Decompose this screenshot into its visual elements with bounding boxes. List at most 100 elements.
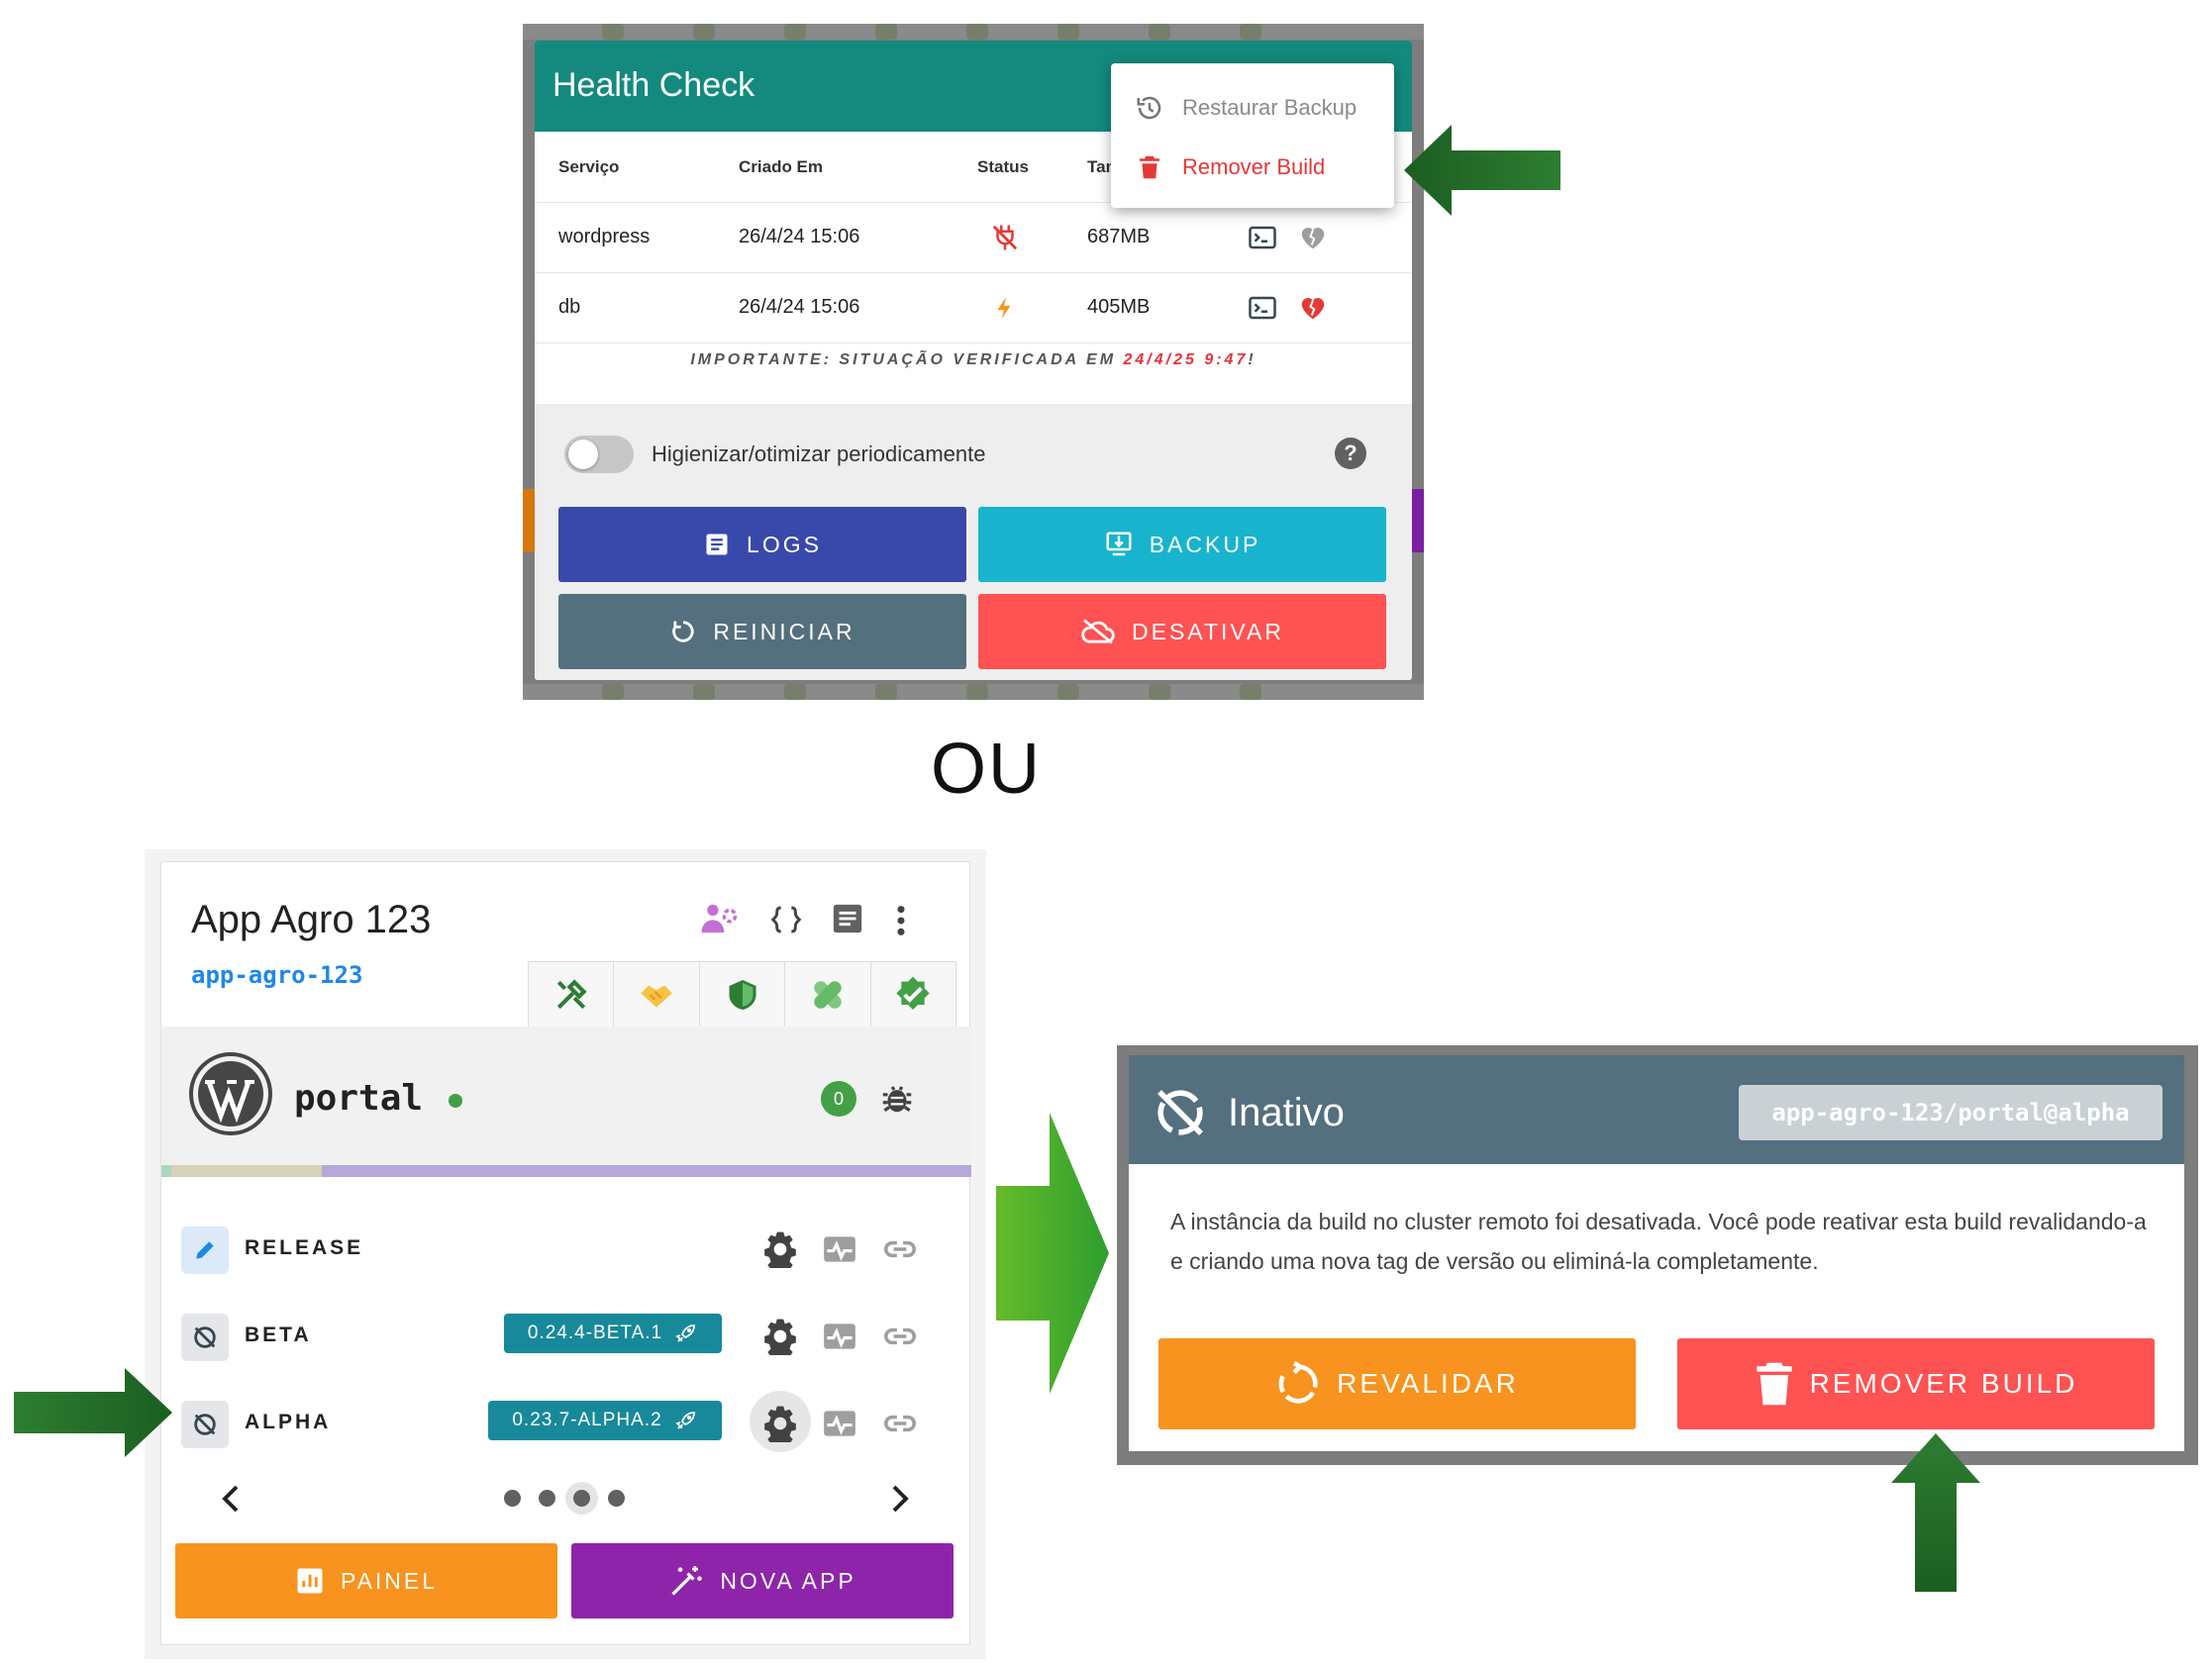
service-name: wordpress xyxy=(558,226,651,247)
inactive-badge[interactable] xyxy=(181,1314,229,1361)
history-icon xyxy=(1137,96,1161,120)
arrow-right-big-icon xyxy=(996,1113,1109,1394)
dialog-title: Health Check xyxy=(553,66,755,104)
app-card-screenshot: App Agro 123 app-agro-123 portal 0 RELEA… xyxy=(145,849,986,1659)
app-slug-link[interactable]: app-agro-123 xyxy=(191,961,362,989)
team-settings-icon[interactable] xyxy=(700,902,740,940)
arrow-up-icon xyxy=(1891,1433,1980,1592)
sync-off-icon xyxy=(194,1326,216,1348)
optimize-toggle[interactable] xyxy=(564,436,634,473)
environment-row-beta: BETA 0.24.4-BETA.1 xyxy=(161,1302,971,1371)
refresh-icon xyxy=(1278,1361,1318,1404)
backup-label: BACKUP xyxy=(1149,531,1261,557)
tab-verified[interactable] xyxy=(871,962,955,1027)
remover-build-label: REMOVER BUILD xyxy=(1809,1368,2078,1399)
chevron-left-icon[interactable] xyxy=(221,1484,241,1518)
verified-badge-icon xyxy=(896,976,930,1010)
background-icons-top xyxy=(523,24,1424,40)
sync-off-icon xyxy=(194,1414,216,1435)
carousel-dot-active[interactable] xyxy=(573,1490,590,1507)
column-header: Serviço xyxy=(558,157,620,176)
version-label: 0.24.4-BETA.1 xyxy=(527,1322,663,1343)
service-row: portal 0 xyxy=(161,1027,971,1165)
menu-item-label: Remover Build xyxy=(1182,154,1326,179)
gear-icon[interactable] xyxy=(761,1405,799,1447)
monitor-pulse-icon[interactable] xyxy=(821,1405,858,1447)
more-vertical-icon[interactable] xyxy=(894,904,908,942)
link-icon[interactable] xyxy=(880,1230,920,1273)
handshake-icon xyxy=(641,985,672,1008)
version-chip[interactable]: 0.23.7-ALPHA.2 xyxy=(488,1401,722,1440)
nova-app-label: NOVA APP xyxy=(720,1567,856,1594)
inactive-badge[interactable] xyxy=(181,1401,229,1448)
build-ref-chip: app-agro-123/portal@alpha xyxy=(1739,1085,2162,1140)
size: 687MB xyxy=(1087,226,1151,247)
trash-icon xyxy=(1140,155,1159,179)
shield-icon xyxy=(729,979,756,1010)
environment-row-release: RELEASE xyxy=(161,1215,971,1284)
arrow-right-icon xyxy=(14,1368,172,1457)
version-label: 0.23.7-ALPHA.2 xyxy=(512,1410,662,1430)
reiniciar-button[interactable]: REINICIAR xyxy=(558,594,966,669)
revalidar-button[interactable]: REVALIDAR xyxy=(1158,1338,1636,1429)
quality-tabs xyxy=(528,961,956,1027)
carousel-dot[interactable] xyxy=(539,1490,555,1507)
verification-note: IMPORTANTE: SITUAÇÃO VERIFICADA EM 24/4/… xyxy=(535,351,1412,369)
lightning-icon xyxy=(992,293,1018,328)
inactive-dialog: Inativo app-agro-123/portal@alpha A inst… xyxy=(1129,1055,2184,1451)
reiniciar-label: REINICIAR xyxy=(713,618,855,644)
background-orange-edge xyxy=(523,489,535,552)
dialog-header: Inativo app-agro-123/portal@alpha xyxy=(1129,1055,2184,1164)
desativar-button[interactable]: DESATIVAR xyxy=(978,594,1386,669)
edit-badge[interactable] xyxy=(181,1226,229,1274)
menu-item-remove-build[interactable]: Remover Build xyxy=(1135,152,1325,182)
code-braces-icon[interactable] xyxy=(767,904,805,940)
nova-app-button[interactable]: NOVA APP xyxy=(571,1543,954,1618)
dialog-message: A instância da build no cluster remoto f… xyxy=(1170,1209,2147,1274)
tab-tools[interactable] xyxy=(529,962,615,1027)
background-icons-bottom xyxy=(523,684,1424,700)
tab-handshake[interactable] xyxy=(614,962,700,1027)
link-icon[interactable] xyxy=(880,1405,920,1447)
monitor-pulse-icon[interactable] xyxy=(821,1230,858,1273)
monitor-pulse-icon[interactable] xyxy=(821,1318,858,1360)
broken-heart-icon[interactable] xyxy=(1297,223,1329,257)
rocket-icon xyxy=(675,1324,696,1342)
download-computer-icon xyxy=(1106,532,1132,556)
remover-build-button[interactable]: REMOVER BUILD xyxy=(1677,1338,2155,1429)
broken-heart-icon[interactable] xyxy=(1297,293,1329,328)
carousel-dot[interactable] xyxy=(504,1490,521,1507)
tab-health[interactable] xyxy=(785,962,871,1027)
cloud-off-icon xyxy=(1081,619,1115,644)
arrow-left-icon xyxy=(1404,125,1560,216)
gear-icon[interactable] xyxy=(761,1230,799,1273)
menu-item-restore-backup[interactable]: Restaurar Backup xyxy=(1135,93,1357,123)
help-icon[interactable]: ? xyxy=(1335,438,1366,469)
table-row: wordpress 26/4/24 15:06 687MB xyxy=(535,203,1412,273)
dialog-footer: Higienizar/otimizar periodicamente ? LOG… xyxy=(535,404,1412,680)
note-prefix: IMPORTANTE: SITUAÇÃO VERIFICADA EM xyxy=(690,351,1124,368)
document-icon[interactable] xyxy=(831,902,864,940)
service-name: db xyxy=(558,296,581,318)
bug-icon[interactable] xyxy=(878,1078,916,1123)
tab-security[interactable] xyxy=(700,962,786,1027)
link-icon[interactable] xyxy=(880,1318,920,1360)
column-header: Status xyxy=(977,157,1029,176)
desativar-label: DESATIVAR xyxy=(1132,618,1284,644)
terminal-icon[interactable] xyxy=(1248,293,1277,328)
environment-row-alpha: ALPHA 0.23.7-ALPHA.2 xyxy=(161,1389,971,1458)
background-purple-edge xyxy=(1412,489,1424,552)
version-chip[interactable]: 0.24.4-BETA.1 xyxy=(504,1314,722,1353)
logs-label: LOGS xyxy=(747,531,822,557)
magic-wand-icon xyxy=(671,1566,703,1596)
pencil-icon xyxy=(196,1241,214,1259)
chevron-right-icon[interactable] xyxy=(890,1484,910,1518)
backup-button[interactable]: BACKUP xyxy=(978,507,1386,582)
status-dot xyxy=(449,1094,462,1108)
gear-icon[interactable] xyxy=(761,1318,799,1360)
terminal-icon[interactable] xyxy=(1248,223,1277,257)
logs-button[interactable]: LOGS xyxy=(558,507,966,582)
carousel-dot[interactable] xyxy=(608,1490,625,1507)
column-header: Criado Em xyxy=(739,157,824,176)
painel-button[interactable]: PAINEL xyxy=(175,1543,557,1618)
